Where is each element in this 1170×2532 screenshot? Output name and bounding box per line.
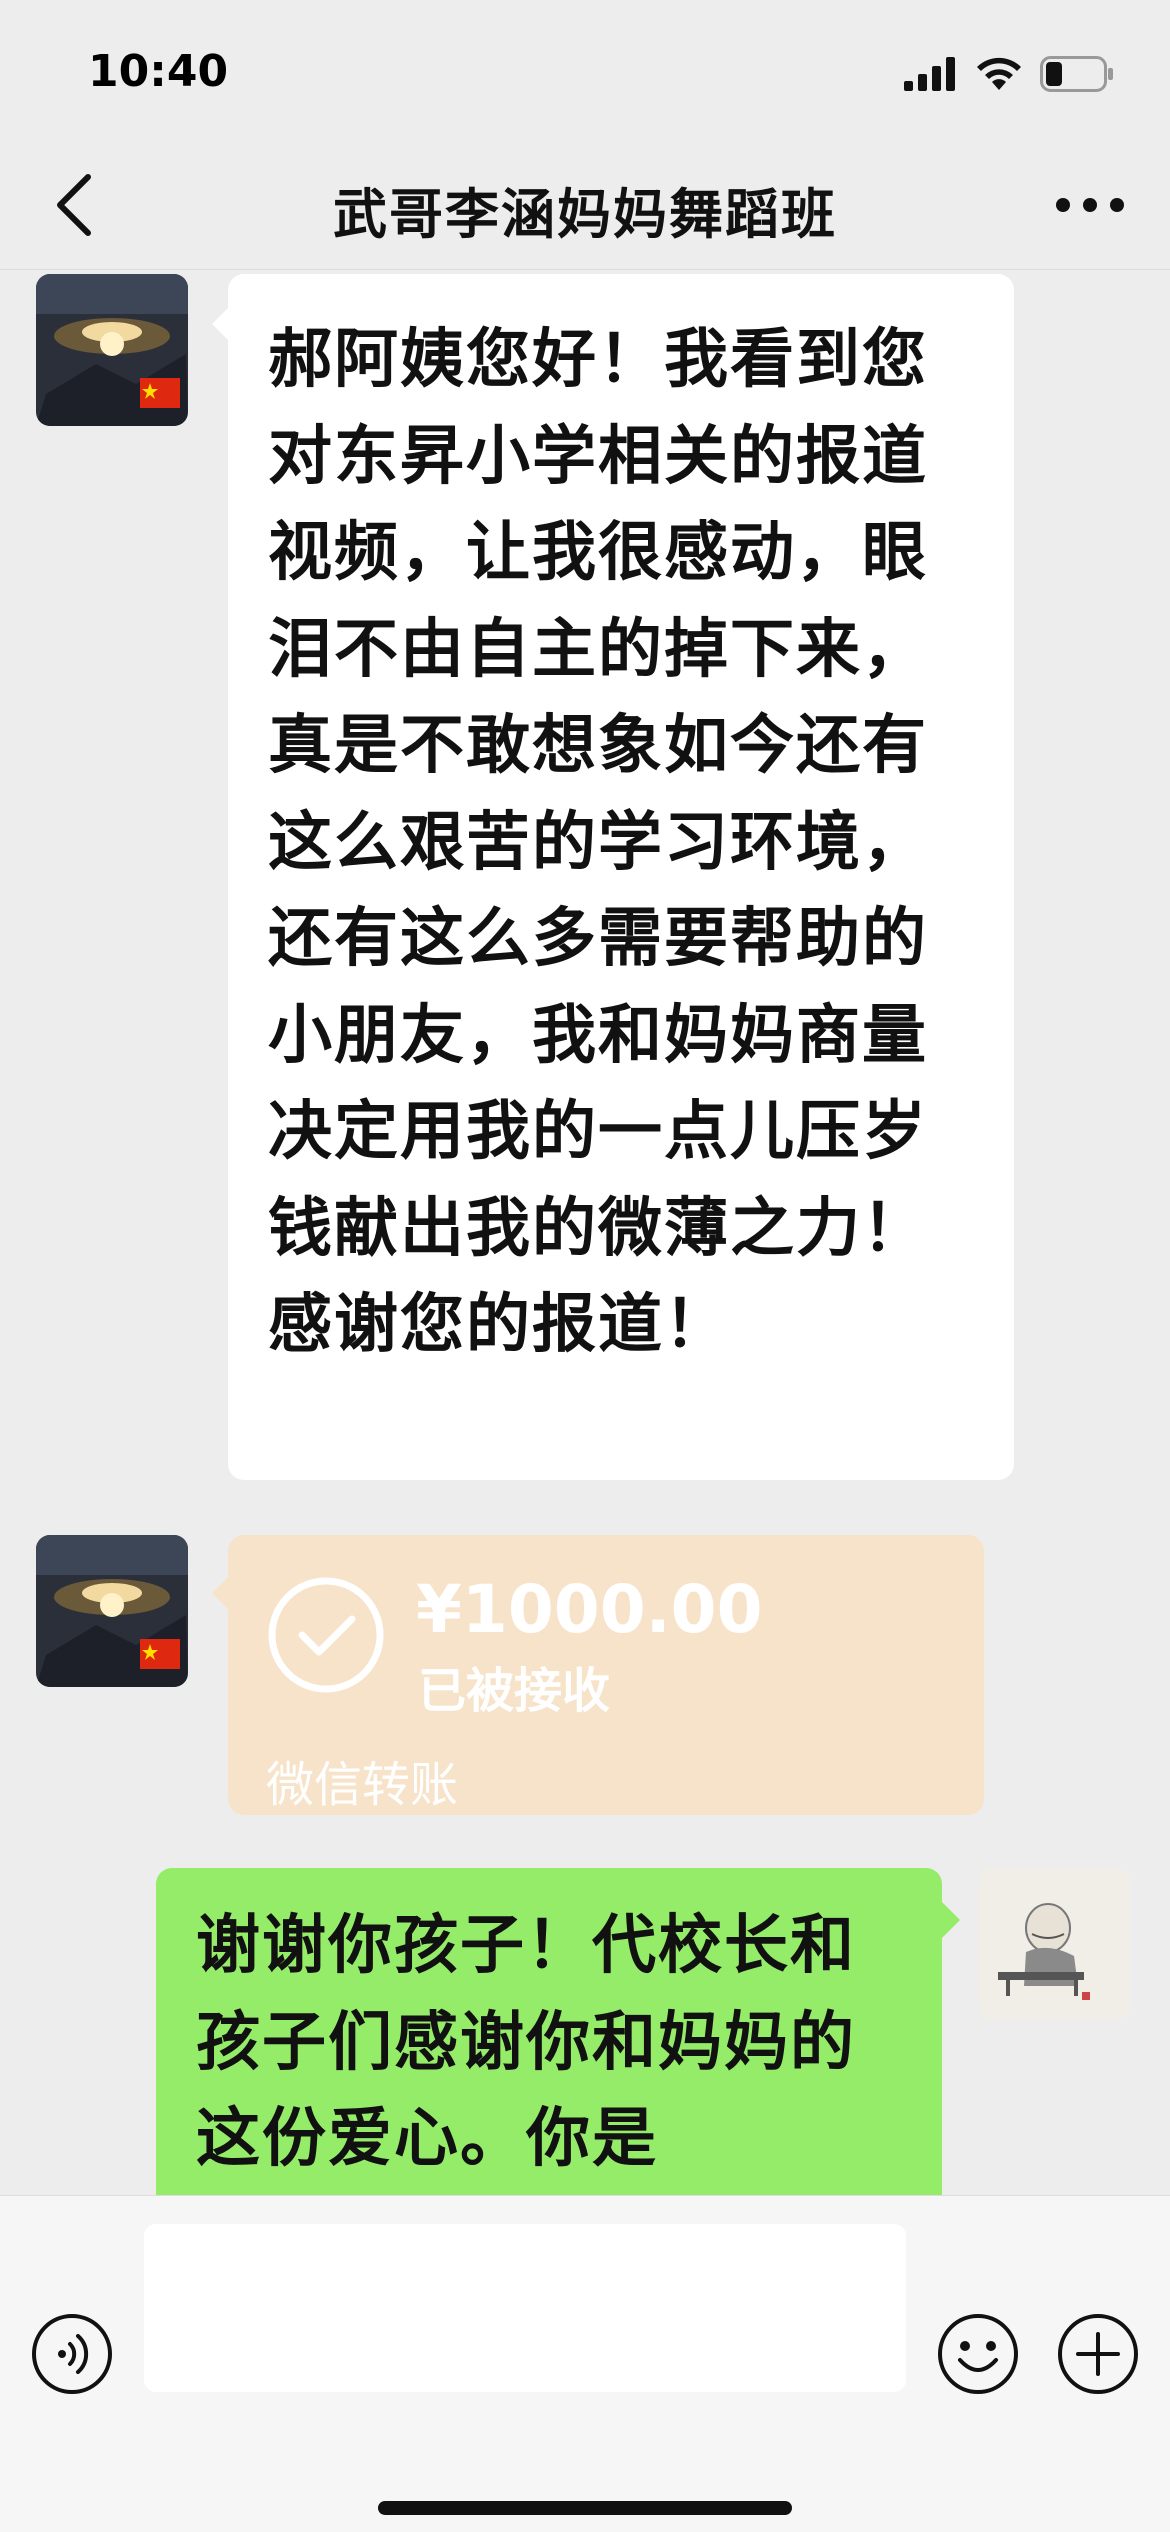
nav-bar: 武哥李涵妈妈舞蹈班 xyxy=(0,140,1170,270)
transfer-status: 已被接收 xyxy=(418,1663,611,1719)
bubble-pointer xyxy=(942,1902,960,1938)
message-input[interactable] xyxy=(144,2224,906,2392)
avatar-image xyxy=(36,1535,188,1687)
more-options-button[interactable] xyxy=(1050,185,1130,225)
transfer-amount: ¥1000.00 xyxy=(416,1571,763,1648)
voice-input-button[interactable] xyxy=(30,2312,114,2396)
status-icons xyxy=(904,52,1114,96)
more-functions-button[interactable] xyxy=(1056,2312,1140,2396)
emoji-button[interactable] xyxy=(936,2312,1020,2396)
battery-icon xyxy=(1040,56,1113,92)
chat-screen: 10:40 武哥李涵妈妈舞蹈班 郝阿姨您好！我看到您对东昇小学相关的报道视频，让… xyxy=(0,0,1170,2532)
more-dots-icon xyxy=(1056,198,1124,212)
message-list[interactable]: 郝阿姨您好！我看到您对东昇小学相关的报道视频，让我很感动，眼泪不由自主的掉下来，… xyxy=(0,270,1170,2195)
check-circle-icon xyxy=(268,1577,384,1693)
sender-avatar[interactable] xyxy=(36,1535,188,1687)
sender-avatar[interactable] xyxy=(36,274,188,426)
home-indicator[interactable] xyxy=(378,2501,792,2515)
avatar-image xyxy=(978,1868,1130,2020)
message-bubble-incoming[interactable]: 郝阿姨您好！我看到您对东昇小学相关的报道视频，让我很感动，眼泪不由自主的掉下来，… xyxy=(228,274,1014,1480)
voice-icon xyxy=(32,2314,112,2394)
message-text: 谢谢你孩子！代校长和孩子们感谢你和妈妈的这份爱心。你是 xyxy=(196,1909,856,2176)
message-bubble-outgoing[interactable]: 谢谢你孩子！代校长和孩子们感谢你和妈妈的这份爱心。你是 xyxy=(156,1868,942,2195)
status-bar: 10:40 xyxy=(0,0,1170,140)
status-time: 10:40 xyxy=(88,46,229,97)
input-bar xyxy=(0,2195,1170,2532)
wifi-icon xyxy=(977,57,1021,90)
message-text: 郝阿姨您好！我看到您对东昇小学相关的报道视频，让我很感动，眼泪不由自主的掉下来，… xyxy=(268,323,928,1362)
transfer-card[interactable]: ¥1000.00 已被接收 微信转账 xyxy=(228,1535,984,1815)
self-avatar[interactable] xyxy=(978,1868,1130,2020)
chat-title: 武哥李涵妈妈舞蹈班 xyxy=(333,183,837,246)
transfer-label: 微信转账 xyxy=(266,1757,459,1813)
plus-icon xyxy=(1058,2314,1138,2394)
avatar-image xyxy=(36,274,188,426)
cellular-signal-icon xyxy=(904,57,955,91)
emoji-icon xyxy=(938,2314,1018,2394)
